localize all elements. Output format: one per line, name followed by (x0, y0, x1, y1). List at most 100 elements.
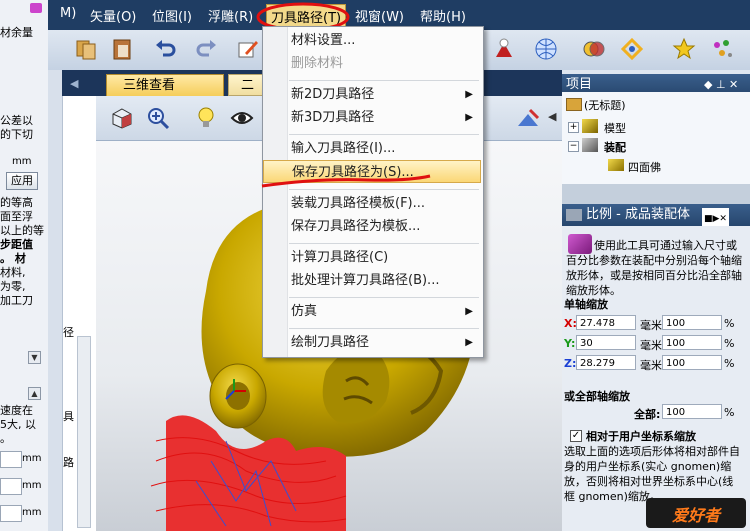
dock-side-text-2: 具 (63, 410, 74, 423)
menu-item-new-2d-toolpath[interactable]: 新2D刀具路径 ▶ (263, 83, 481, 106)
x-unit: 毫米 (640, 319, 662, 332)
menu-item-import-toolpath[interactable]: 输入刀具路径(I)... (263, 137, 481, 160)
menu-item-new-3d-toolpath[interactable]: 新3D刀具路径 ▶ (263, 106, 481, 129)
undo-icon[interactable] (154, 37, 178, 61)
slice-icon[interactable] (516, 106, 540, 130)
scale-panel-body: 使用此工具可通过输入尺寸或百分比参数在装配中分别沿每个轴缩放形体，或是按相同百分… (562, 226, 750, 531)
star-icon[interactable] (672, 37, 696, 61)
y-axis-label: Y: (564, 337, 576, 350)
menu-item-batch-calculate[interactable]: 批处理计算刀具路径(B)... (263, 269, 481, 292)
menu-separator (289, 328, 479, 329)
submenu-arrow-icon: ▶ (465, 306, 473, 317)
panel-splitter[interactable] (562, 184, 750, 204)
menu-relief[interactable]: 浮雕(R) (208, 6, 253, 25)
project-title: 项目 (566, 77, 593, 92)
tree-model[interactable]: 模型 (604, 120, 626, 136)
view-toolbar-more-icon[interactable]: ◀ (548, 110, 556, 123)
y-percent-input[interactable]: 100 (662, 335, 722, 350)
collapse-assembly-icon[interactable]: − (568, 141, 579, 152)
menu-separator (289, 134, 479, 135)
expand-model-icon[interactable]: + (568, 122, 579, 133)
tree-root[interactable]: (无标题) (584, 97, 626, 113)
menu-separator (289, 80, 479, 81)
menu-item-material-setup[interactable]: 材料设置... (263, 29, 481, 52)
left-input-3[interactable] (0, 505, 22, 522)
tree-assembly[interactable]: 装配 (604, 139, 626, 155)
eye-icon[interactable] (230, 106, 254, 130)
x-percent-input[interactable]: 100 (662, 315, 722, 330)
tab-arrow-icon[interactable]: ◀ (70, 77, 78, 90)
menu-item-calculate-toolpath[interactable]: 计算刀具路径(C) (263, 246, 481, 269)
zoom-icon[interactable] (146, 106, 170, 130)
cube-view-icon[interactable] (110, 106, 134, 130)
right-panel: 项目 ◆ ⊥ ✕ (无标题) + 模型 − 装配 四面佛 比例 - 成品装配体 … (562, 70, 750, 531)
single-axis-heading: 单轴缩放 (564, 298, 608, 311)
menu-item-draw-toolpath[interactable]: 绘制刀具路径 ▶ (263, 331, 481, 354)
assembly-icon (582, 138, 598, 152)
menu-model[interactable]: M) (60, 6, 76, 21)
left-text-0: 材余量 (0, 26, 33, 39)
edit-icon[interactable] (236, 37, 260, 61)
toolpaths-dropdown-menu: 材料设置... 删除材料 新2D刀具路径 ▶ 新3D刀具路径 ▶ 输入刀具路径(I)… (262, 26, 484, 358)
model-icon (582, 119, 598, 133)
relative-checkbox[interactable]: ✓ (570, 430, 582, 442)
tab-3d-view[interactable]: 三维查看 (106, 74, 224, 96)
dock-side-text-3: 路 (63, 456, 74, 469)
menu-separator (289, 297, 479, 298)
light-bulb-icon[interactable] (194, 106, 218, 130)
left-text-2: 的下切 (0, 128, 33, 141)
y-size-input[interactable]: 30 (576, 335, 636, 350)
menu-bitmap[interactable]: 位图(I) (152, 6, 192, 25)
tree-part[interactable]: 四面佛 (628, 159, 661, 175)
redo-icon[interactable] (194, 37, 218, 61)
toolpath-tool-icon[interactable] (492, 37, 516, 61)
y-percent-sign: % (724, 337, 735, 350)
scale-description: 使用此工具可通过输入尺寸或百分比参数在装配中分别沿每个轴缩放形体，或是按相同百分… (566, 239, 742, 297)
all-percent-input[interactable]: 100 (662, 404, 722, 419)
left-unit-1: mm (22, 453, 42, 464)
z-unit: 毫米 (640, 359, 662, 372)
left-input-1[interactable] (0, 451, 22, 468)
relative-checkbox-label: 相对于用户坐标系缩放 (586, 430, 696, 443)
folder-icon (566, 98, 582, 111)
z-percent-input[interactable]: 100 (662, 355, 722, 370)
menu-help[interactable]: 帮助(H) (420, 6, 466, 25)
x-axis-label: X: (564, 317, 577, 330)
submenu-arrow-icon: ▶ (465, 112, 473, 123)
z-size-input[interactable]: 28.279 (576, 355, 636, 370)
dock-scrollbar[interactable] (77, 336, 91, 528)
z-percent-sign: % (724, 357, 735, 370)
rotate-icon[interactable] (620, 37, 644, 61)
scroll-down-icon[interactable]: ▼ (28, 351, 41, 364)
watermark-logo: 爱好者 (646, 498, 746, 528)
x-percent-sign: % (724, 317, 735, 330)
all-label: 全部: (634, 408, 661, 421)
scroll-up-icon[interactable]: ▲ (28, 387, 41, 400)
annotation-underline (261, 174, 431, 188)
apply-button[interactable]: 应用 (6, 172, 38, 190)
menu-item-save-as-template[interactable]: 保存刀具路径为模板... (263, 215, 481, 238)
y-unit: 毫米 (640, 339, 662, 352)
paste-icon[interactable] (110, 37, 134, 61)
combine-icon[interactable] (582, 37, 606, 61)
left-strategy-panel: 材余量 公差以 的下切 mm 应用 的等高 面至浮 以上的等 步距值 。 材 材… (0, 0, 49, 531)
scale-icon (566, 208, 582, 221)
scale-panel-header: 比例 - 成品装配体 ■▶✕ (562, 204, 750, 230)
menu-item-load-template[interactable]: 装载刀具路径模板(F)... (263, 192, 481, 215)
copy-icon[interactable] (74, 37, 98, 61)
x-size-input[interactable]: 27.478 (576, 315, 636, 330)
panel-pin-icon[interactable] (30, 3, 42, 13)
sphere-icon[interactable] (534, 37, 558, 61)
all-axis-heading: 或全部轴缩放 (564, 390, 630, 403)
dots-icon[interactable] (710, 37, 734, 61)
left-input-2[interactable] (0, 478, 22, 495)
menu-separator (289, 243, 479, 244)
z-axis-label: Z: (564, 357, 577, 370)
left-text-14: 。 (0, 432, 11, 445)
menu-window[interactable]: 视窗(W) (355, 6, 404, 25)
left-text-11: 加工刀 (0, 294, 33, 307)
left-unit-3: mm (22, 507, 42, 518)
menu-vector[interactable]: 矢量(O) (90, 6, 136, 25)
menu-item-delete-material[interactable]: 删除材料 (263, 52, 481, 75)
menu-item-simulation[interactable]: 仿真 ▶ (263, 300, 481, 323)
